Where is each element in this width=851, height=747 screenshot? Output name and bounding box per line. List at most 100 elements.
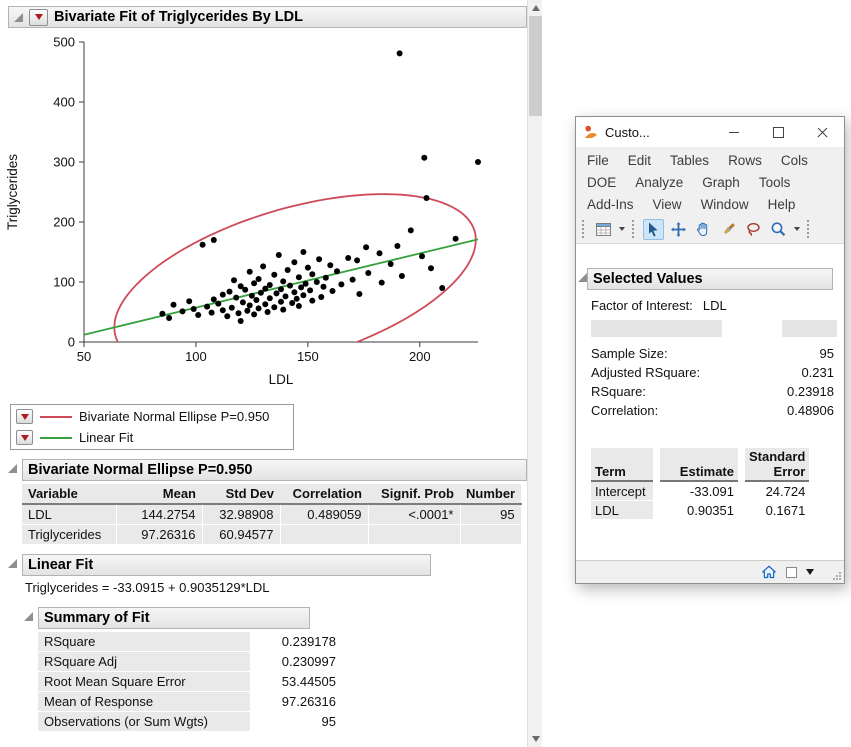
grabber-tool-button[interactable] <box>668 219 689 240</box>
disclosure-open-icon[interactable] <box>8 464 17 473</box>
data-point <box>171 302 177 308</box>
dropdown-caret-icon[interactable] <box>794 227 800 231</box>
menu-window[interactable]: Window <box>700 197 750 212</box>
menu-row: File Edit Tables Rows Cols <box>586 149 834 171</box>
data-point <box>211 296 217 302</box>
toolbar-drag-handle[interactable] <box>582 220 587 238</box>
data-point <box>379 280 385 286</box>
menu-edit[interactable]: Edit <box>627 153 652 168</box>
close-button[interactable] <box>800 118 844 147</box>
grabber-tool-icon <box>670 221 687 238</box>
stat-label: Correlation: <box>591 403 658 418</box>
y-tick-label: 400 <box>53 95 75 110</box>
cell-number: 95 <box>460 504 521 525</box>
selection-box-right[interactable] <box>782 320 837 337</box>
selection-box-left[interactable] <box>591 320 722 337</box>
toolbar-drag-handle[interactable] <box>807 220 812 238</box>
data-point <box>428 265 434 271</box>
cell-correlation: 0.489059 <box>280 504 368 525</box>
magnifier-tool-button[interactable] <box>768 219 789 240</box>
brush-tool-icon <box>720 221 737 238</box>
toolbar-drag-handle[interactable] <box>632 220 637 238</box>
ellipse-stats-table: Variable Mean Std Dev Correlation Signif… <box>22 484 522 545</box>
data-point <box>159 311 165 317</box>
y-tick-label: 100 <box>53 275 75 290</box>
dropdown-caret-icon[interactable] <box>619 227 625 231</box>
cell-stddev: 32.98908 <box>202 504 280 525</box>
red-triangle-menu-button[interactable] <box>16 409 33 424</box>
stat-value: 95 <box>250 712 342 732</box>
cell-std-error: 0.1671 <box>745 501 809 520</box>
data-point <box>321 284 327 290</box>
stat-value: 0.239178 <box>250 632 342 652</box>
table-row: Triglycerides 97.26316 60.94577 <box>22 525 521 545</box>
data-point <box>209 310 215 316</box>
data-point <box>363 244 369 250</box>
data-point <box>287 283 293 289</box>
home-button[interactable] <box>761 564 777 580</box>
data-point <box>439 285 445 291</box>
menu-graph[interactable]: Graph <box>701 175 741 190</box>
scrollbar-thumb[interactable] <box>529 16 542 116</box>
hand-tool-button[interactable] <box>693 219 714 240</box>
scatter-plot[interactable]: 501001502000100200300400500LDLTriglyceri… <box>2 34 517 396</box>
data-point <box>318 294 324 300</box>
red-triangle-menu-button[interactable] <box>16 430 33 445</box>
disclosure-open-icon[interactable] <box>14 13 23 22</box>
table-row: LDL 144.2754 32.98908 0.489059 <.0001* 9… <box>22 504 521 525</box>
data-point <box>211 237 217 243</box>
maximize-button[interactable] <box>756 118 800 147</box>
table-row: Intercept -33.091 24.724 <box>591 482 809 501</box>
stat-value: 97.26316 <box>250 692 342 712</box>
minimize-button[interactable] <box>712 118 756 147</box>
menu-tables[interactable]: Tables <box>669 153 710 168</box>
disclosure-open-icon[interactable] <box>578 273 587 282</box>
vertical-scrollbar[interactable] <box>527 0 542 747</box>
legend-swatch <box>40 416 72 418</box>
lasso-tool-button[interactable] <box>743 219 764 240</box>
data-point <box>278 286 284 292</box>
legend-box: Bivariate Normal Ellipse P=0.950 Linear … <box>10 404 294 450</box>
menu-help[interactable]: Help <box>767 197 797 212</box>
legend-label: Bivariate Normal Ellipse P=0.950 <box>79 409 269 424</box>
menu-tools[interactable]: Tools <box>758 175 792 190</box>
data-point <box>256 276 262 282</box>
report-title: Bivariate Fit of Triglycerides By LDL <box>54 9 303 25</box>
data-point <box>300 249 306 255</box>
factor-label: Factor of Interest: <box>591 298 693 313</box>
brush-tool-button[interactable] <box>718 219 739 240</box>
resize-grip[interactable] <box>830 569 843 582</box>
new-data-table-button[interactable] <box>593 219 614 240</box>
data-point <box>247 302 253 308</box>
menu-view[interactable]: View <box>652 197 683 212</box>
data-point <box>300 292 306 298</box>
menu-file[interactable]: File <box>586 153 610 168</box>
menu-cols[interactable]: Cols <box>780 153 809 168</box>
data-point <box>453 236 459 242</box>
data-point <box>377 250 383 256</box>
window-state-button[interactable] <box>786 567 797 578</box>
data-point <box>267 295 273 301</box>
data-point <box>224 313 230 319</box>
data-point <box>191 306 197 312</box>
cell-signif-prob: <.0001* <box>368 504 460 525</box>
stat-row: Correlation:0.48906 <box>591 401 834 420</box>
menu-add-ins[interactable]: Add-Ins <box>586 197 635 212</box>
cell-variable: Triglycerides <box>22 525 116 545</box>
dropdown-triangle-button[interactable] <box>806 569 814 575</box>
cell-term: LDL <box>591 501 653 520</box>
disclosure-open-icon[interactable] <box>8 559 17 568</box>
menu-rows[interactable]: Rows <box>727 153 763 168</box>
menu-analyze[interactable]: Analyze <box>634 175 684 190</box>
summary-of-fit-table: RSquare0.239178 RSquare Adj0.230997 Root… <box>38 632 342 732</box>
red-triangle-menu-button[interactable] <box>29 9 48 26</box>
scroll-down-button[interactable] <box>528 731 543 747</box>
scroll-up-button[interactable] <box>528 0 543 16</box>
table-row: Root Mean Square Error53.44505 <box>38 672 342 692</box>
menu-doe[interactable]: DOE <box>586 175 617 190</box>
window-title-bar[interactable]: Custo... <box>576 117 844 147</box>
arrow-tool-button[interactable] <box>643 219 664 240</box>
stat-label: Adjusted RSquare: <box>591 365 700 380</box>
x-tick-label: 50 <box>77 349 91 364</box>
disclosure-open-icon[interactable] <box>24 612 33 621</box>
